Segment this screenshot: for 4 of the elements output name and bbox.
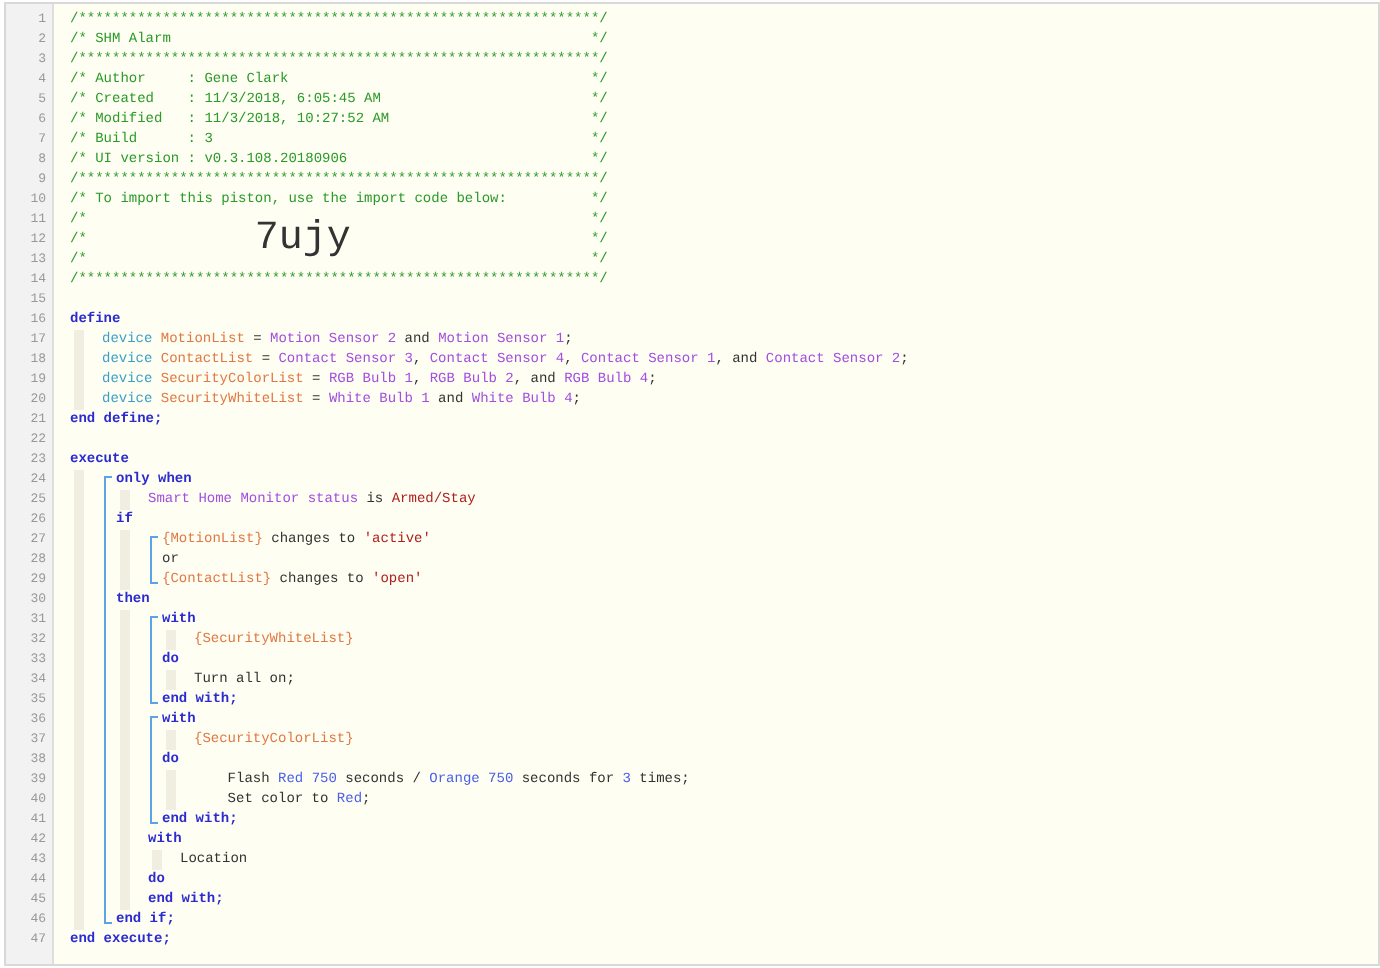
block-bracket [150, 536, 158, 584]
import-code: 7ujy [254, 218, 351, 262]
block-bracket [150, 616, 158, 704]
block-bracket [150, 716, 158, 824]
